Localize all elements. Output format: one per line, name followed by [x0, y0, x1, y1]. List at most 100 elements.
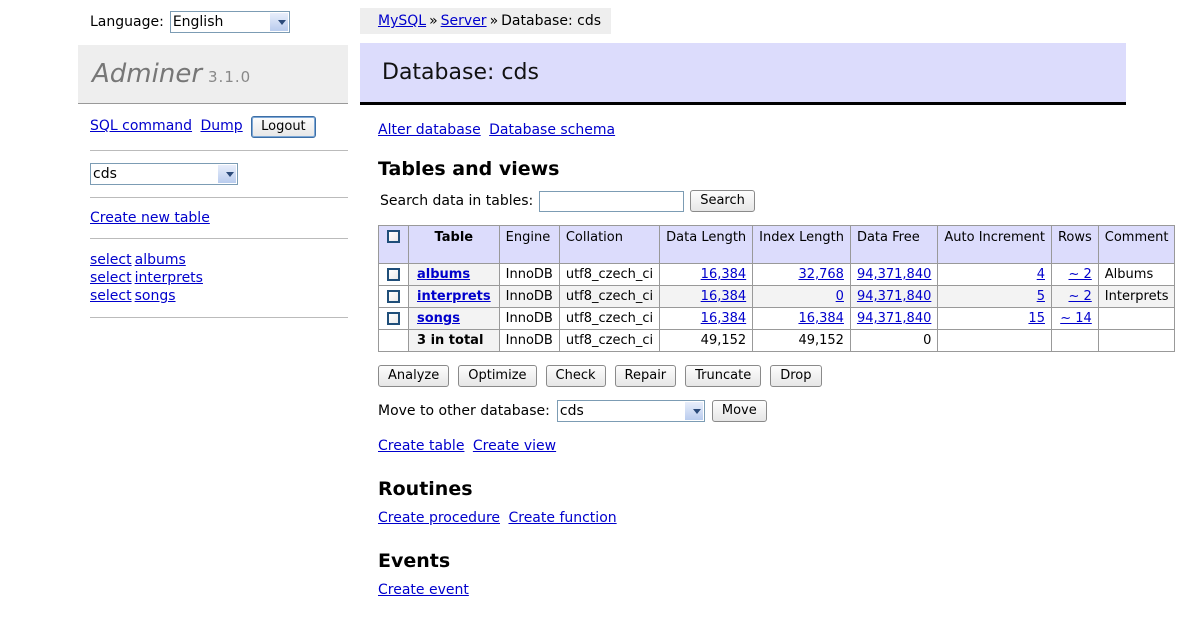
- row-checkbox-albums[interactable]: [387, 268, 400, 281]
- table-actions-row: Analyze Optimize Check Repair Truncate D…: [378, 365, 1200, 387]
- database-schema-link[interactable]: Database schema: [489, 122, 615, 138]
- index-length-cell: 32,768: [752, 263, 851, 286]
- alter-database-link[interactable]: Alter database: [378, 122, 481, 138]
- row-select-cell: [378, 307, 409, 330]
- dump-link[interactable]: Dump: [201, 118, 243, 134]
- search-button[interactable]: Search: [690, 190, 755, 212]
- create-event-link[interactable]: Create event: [378, 582, 469, 598]
- auto-increment-link[interactable]: 5: [1037, 289, 1045, 304]
- create-table-link[interactable]: Create table: [378, 438, 464, 454]
- data-free-link[interactable]: 94,371,840: [857, 289, 931, 304]
- data-length-cell: 16,384: [659, 263, 754, 286]
- sql-command-link[interactable]: SQL command: [90, 118, 192, 134]
- data-free-cell: 94,371,840: [849, 307, 939, 330]
- move-database-select[interactable]: cds: [556, 400, 705, 422]
- index-length-link[interactable]: 16,384: [798, 311, 844, 326]
- select-all-checkbox[interactable]: [387, 230, 400, 243]
- data-length-link[interactable]: 16,384: [701, 311, 747, 326]
- routines-links-row: Create procedure Create function: [378, 510, 1200, 526]
- column-header-engine: Engine: [498, 225, 560, 264]
- sidebar-select-albums[interactable]: select: [90, 252, 132, 268]
- optimize-button[interactable]: Optimize: [458, 365, 537, 387]
- data-length-cell: 16,384: [659, 307, 754, 330]
- search-input[interactable]: [539, 190, 685, 212]
- table-body: albums InnoDB utf8_czech_ci 16,384 32,76…: [378, 263, 1176, 352]
- data-length-cell: 16,384: [659, 285, 754, 308]
- table-link-songs[interactable]: songs: [417, 311, 460, 326]
- create-function-link[interactable]: Create function: [508, 510, 616, 526]
- create-table-block: Create new table: [90, 198, 348, 239]
- table-row: songs InnoDB utf8_czech_ci 16,384 16,384…: [378, 307, 1176, 330]
- total-data-length-cell: 49,152: [659, 329, 754, 352]
- rows-link[interactable]: ~ 2: [1068, 267, 1091, 282]
- create-new-table-link[interactable]: Create new table: [90, 210, 210, 226]
- database-top-links: Alter database Database schema: [378, 122, 1200, 138]
- row-select-cell: [378, 263, 409, 286]
- index-length-link[interactable]: 0: [836, 289, 844, 304]
- check-button[interactable]: Check: [545, 365, 606, 387]
- table-row: albums InnoDB utf8_czech_ci 16,384 32,76…: [378, 263, 1176, 286]
- data-free-link[interactable]: 94,371,840: [857, 267, 931, 282]
- move-button[interactable]: Move: [711, 400, 767, 422]
- create-procedure-link[interactable]: Create procedure: [378, 510, 500, 526]
- data-length-link[interactable]: 16,384: [701, 289, 747, 304]
- data-length-link[interactable]: 16,384: [701, 267, 747, 282]
- database-select[interactable]: cds: [90, 163, 238, 185]
- select-all-header: [378, 225, 409, 264]
- row-checkbox-songs[interactable]: [387, 312, 400, 325]
- column-header-data-length: Data Length: [659, 225, 754, 264]
- truncate-button[interactable]: Truncate: [685, 365, 762, 387]
- database-select-wrap[interactable]: cds: [90, 163, 238, 185]
- tables-and-views-heading: Tables and views: [378, 158, 560, 180]
- content-area: Alter database Database schema Tables an…: [360, 122, 1200, 598]
- sidebar-select-interprets[interactable]: select: [90, 270, 132, 286]
- rows-cell: ~ 14: [1050, 307, 1099, 330]
- auto-increment-link[interactable]: 15: [1028, 311, 1045, 326]
- analyze-button[interactable]: Analyze: [378, 365, 450, 387]
- sidebar-select-songs[interactable]: select: [90, 288, 132, 304]
- row-select-cell: [378, 285, 409, 308]
- sidebar-item-albums[interactable]: albums: [135, 252, 186, 268]
- create-view-link[interactable]: Create view: [473, 438, 556, 454]
- table-name-cell: albums: [408, 263, 500, 286]
- column-header-comment: Comment: [1097, 225, 1176, 264]
- sidebar-item-songs[interactable]: songs: [135, 288, 176, 304]
- data-free-link[interactable]: 94,371,840: [857, 311, 931, 326]
- breadcrumb-link-mysql[interactable]: MySQL: [378, 13, 426, 29]
- table-name-cell: songs: [408, 307, 500, 330]
- repair-button[interactable]: Repair: [614, 365, 677, 387]
- auto-increment-cell: 5: [937, 285, 1052, 308]
- drop-button[interactable]: Drop: [770, 365, 822, 387]
- move-select-wrap[interactable]: cds: [556, 400, 705, 422]
- language-select-wrap[interactable]: English: [169, 11, 290, 33]
- table-link-interprets[interactable]: interprets: [417, 289, 491, 304]
- column-header-auto-increment: Auto Increment: [937, 225, 1052, 264]
- table-link-albums[interactable]: albums: [417, 267, 470, 282]
- row-checkbox-interprets[interactable]: [387, 290, 400, 303]
- table-row: interprets InnoDB utf8_czech_ci 16,384 0…: [378, 285, 1176, 308]
- column-header-rows: Rows: [1050, 225, 1099, 264]
- sidebar-item-interprets[interactable]: interprets: [135, 270, 203, 286]
- breadcrumb-separator: »: [489, 13, 499, 29]
- index-length-link[interactable]: 32,768: [798, 267, 844, 282]
- adminer-page: Language: English Adminer 3.1.0 SQL comma…: [0, 0, 1200, 630]
- breadcrumb-link-server[interactable]: Server: [441, 13, 487, 29]
- auto-increment-link[interactable]: 4: [1037, 267, 1045, 282]
- logout-button[interactable]: Logout: [251, 116, 316, 138]
- database-select-block: cds: [90, 151, 348, 198]
- language-select[interactable]: English: [169, 11, 290, 33]
- events-links-row: Create event: [378, 582, 1200, 598]
- column-header-collation: Collation: [558, 225, 661, 264]
- rows-link[interactable]: ~ 2: [1068, 289, 1091, 304]
- routines-heading: Routines: [378, 478, 473, 500]
- rows-link[interactable]: ~ 14: [1060, 311, 1092, 326]
- search-row: Search data in tables: Search: [378, 190, 1200, 212]
- engine-cell: InnoDB: [498, 263, 560, 286]
- table-header-row: Table Engine Collation Data Length Index…: [378, 225, 1176, 264]
- total-empty-cell: [937, 329, 1052, 352]
- move-database-row: Move to other database: cds Move: [378, 400, 1200, 422]
- tables-table: Table Engine Collation Data Length Index…: [378, 225, 1176, 352]
- database-title-banner: Database: cds: [360, 43, 1126, 105]
- total-select-cell: [378, 329, 409, 352]
- breadcrumb-separator: »: [429, 13, 438, 29]
